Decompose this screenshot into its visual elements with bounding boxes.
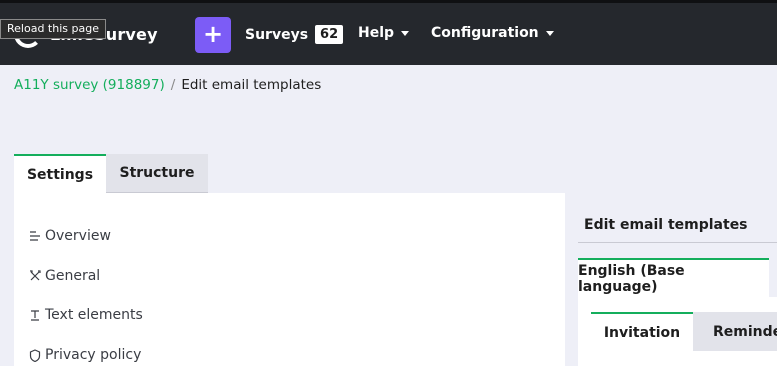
menu-item-privacy-policy[interactable]: Privacy policy [29,347,141,363]
text-icon [29,308,41,322]
tab-invitation[interactable]: Invitation [591,312,693,351]
list-icon [29,229,41,243]
configuration-label: Configuration [431,25,539,41]
menu-item-label: Privacy policy [45,347,142,363]
menu-item-label: Text elements [45,307,143,323]
breadcrumb-separator: / [170,77,176,93]
chevron-down-icon [545,30,554,36]
breadcrumb-survey-link[interactable]: A11Y survey (918897) [14,77,165,93]
sidebar-tabs: Settings Structure [14,154,208,193]
menu-item-overview[interactable]: Overview [29,228,111,244]
top-navbar: LimeSurvey Reload this page + Surveys 62… [0,0,777,65]
tab-structure[interactable]: Structure [106,154,208,193]
surveys-label: Surveys [245,26,309,43]
add-survey-button[interactable]: + [195,17,231,53]
tab-english-base-language[interactable]: English (Base language) [578,258,769,297]
browser-edge [0,0,777,3]
help-label: Help [358,25,395,41]
surveys-menu[interactable]: Surveys 62 [245,25,344,44]
breadcrumb: A11Y survey (918897) / Edit email templa… [14,77,321,93]
settings-panel: Overview General Text elements Privacy p… [14,193,565,366]
shield-icon [29,348,41,362]
reload-tooltip: Reload this page [0,19,106,39]
tab-reminder[interactable]: Reminder [693,312,777,351]
chevron-down-icon [401,30,410,36]
menu-item-label: General [45,268,101,284]
menu-item-general[interactable]: General [29,268,100,284]
tools-icon [29,269,41,283]
title-divider [578,242,777,243]
configuration-menu[interactable]: Configuration [431,25,554,41]
menu-item-text-elements[interactable]: Text elements [29,307,143,323]
help-menu[interactable]: Help [358,25,410,41]
breadcrumb-current: Edit email templates [181,77,322,93]
surveys-count-badge: 62 [315,25,344,44]
tab-settings[interactable]: Settings [14,154,106,193]
page-title: Edit email templates [584,217,748,233]
menu-item-label: Overview [45,228,111,244]
